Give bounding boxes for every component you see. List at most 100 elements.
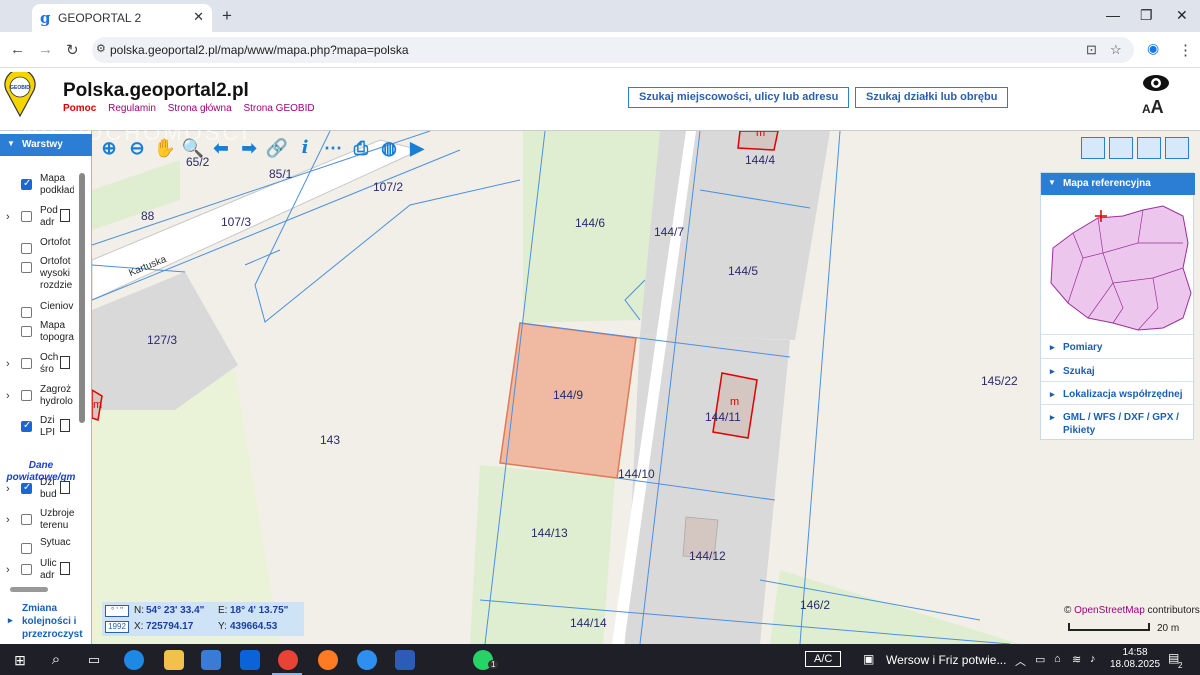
osm-link[interactable]: OpenStreetMap: [1074, 605, 1145, 616]
next-view-icon[interactable]: ➡: [236, 135, 262, 161]
browser-tab[interactable]: g GEOPORTAL 2 ✕: [32, 4, 212, 32]
menu-coordinate-location[interactable]: Lokalizacja współrzędnej: [1041, 381, 1195, 405]
layer-checkbox[interactable]: [21, 390, 32, 401]
menu-search[interactable]: Szukaj: [1041, 358, 1195, 382]
expand-chevron-icon[interactable]: ›: [6, 564, 10, 576]
new-tab-icon[interactable]: +: [222, 6, 232, 26]
profile-icon[interactable]: ◉: [1147, 40, 1159, 57]
outlook-icon[interactable]: [240, 650, 260, 670]
window-close-icon[interactable]: ✕: [1176, 7, 1188, 24]
search-place-button[interactable]: Szukaj miejscowości, ulicy lub adresu: [628, 87, 850, 108]
info-icon[interactable]: i: [292, 135, 318, 161]
layer-checkbox[interactable]: [21, 514, 32, 525]
file-explorer-icon[interactable]: [164, 650, 184, 670]
legend-document-icon[interactable]: [60, 562, 70, 575]
bookmark-star-icon[interactable]: ☆: [1110, 42, 1122, 58]
layer-order-link[interactable]: ▸ Zmiana kolejności i przezroczyst: [0, 597, 92, 644]
tray-device-icon[interactable]: ▭: [1035, 653, 1045, 666]
ac-indicator[interactable]: A/C: [805, 651, 842, 667]
menu-measurements[interactable]: Pomiary: [1041, 334, 1195, 358]
measure-icon[interactable]: ⋯: [320, 135, 346, 161]
pan-hand-icon[interactable]: ✋: [152, 135, 178, 161]
taskbar-clock[interactable]: 14:58 18.08.2025: [1110, 647, 1160, 671]
map-canvas[interactable]: Kartuska 85/1 107/2 88 107/3 144/6 144/7…: [0, 131, 1200, 644]
expand-chevron-icon[interactable]: ›: [6, 390, 10, 402]
print-icon[interactable]: ⎙: [348, 135, 374, 161]
windows-start-icon[interactable]: ⊞: [10, 650, 30, 670]
layers-horizontal-scrollbar[interactable]: [2, 585, 86, 593]
help-link[interactable]: Pomoc: [63, 103, 96, 114]
word-icon[interactable]: [395, 650, 415, 670]
video-icon[interactable]: ▶: [404, 135, 430, 161]
reference-minimap[interactable]: [1043, 198, 1193, 336]
layout-right-panel-icon[interactable]: [1165, 137, 1189, 159]
reference-map-header[interactable]: Mapa referencyjna: [1041, 173, 1195, 195]
layer-checkbox[interactable]: [21, 326, 32, 337]
zoom-extent-icon[interactable]: 🔍: [180, 135, 206, 161]
layout-top-panel-icon[interactable]: [1081, 137, 1105, 159]
legend-document-icon[interactable]: [60, 419, 70, 432]
layer-checkbox[interactable]: [21, 178, 32, 190]
previous-view-icon[interactable]: ⬅: [208, 135, 234, 161]
layout-export-icon[interactable]: [1137, 137, 1161, 159]
url-input[interactable]: ⚙ polska.geoportal2.pl/map/www/mapa.php?…: [92, 37, 1134, 63]
legend-document-icon[interactable]: [60, 356, 70, 369]
news-notification-text[interactable]: Wersow i Friz potwie...: [886, 653, 1006, 667]
globe-icon[interactable]: ◍: [376, 135, 402, 161]
search-parcel-button[interactable]: Szukaj działki lub obrębu: [855, 87, 1009, 108]
reload-icon[interactable]: ↻: [66, 41, 79, 59]
zoom-out-icon[interactable]: ⊖: [124, 135, 150, 161]
coord-format-badge[interactable]: ° ' ": [105, 605, 129, 617]
zoom-in-icon[interactable]: ⊕: [96, 135, 122, 161]
parcel-label: 127/3: [147, 333, 178, 347]
geobid-logo-icon[interactable]: GEOBID: [4, 72, 36, 118]
expand-chevron-icon[interactable]: ›: [6, 211, 10, 223]
firefox-icon[interactable]: [318, 650, 338, 670]
news-icon[interactable]: ▣: [863, 652, 874, 666]
menu-gml-export[interactable]: GML / WFS / DXF / GPX / Pikiety: [1041, 404, 1195, 441]
volume-icon[interactable]: ♪: [1090, 653, 1096, 665]
layout-left-panel-icon[interactable]: [1109, 137, 1133, 159]
task-view-icon[interactable]: ▭: [84, 650, 104, 670]
terms-link[interactable]: Regulamin: [108, 103, 156, 114]
link-icon[interactable]: 🔗: [264, 135, 290, 161]
chrome-icon[interactable]: [278, 650, 298, 670]
layer-checkbox[interactable]: [21, 564, 32, 575]
legend-document-icon[interactable]: [60, 209, 70, 222]
layers-vertical-scrollbar[interactable]: [78, 163, 86, 583]
expand-chevron-icon[interactable]: ›: [6, 514, 10, 526]
messenger-icon[interactable]: [357, 650, 377, 670]
forward-icon[interactable]: →: [38, 41, 53, 58]
layer-checkbox[interactable]: [21, 211, 32, 222]
wifi-icon[interactable]: ≋: [1072, 653, 1081, 666]
home-link[interactable]: Strona główna: [168, 103, 232, 114]
layer-checkbox[interactable]: [21, 262, 32, 273]
scroll-thumb[interactable]: [79, 173, 85, 423]
layer-checkbox[interactable]: [21, 307, 32, 318]
layer-checkbox[interactable]: [21, 482, 32, 494]
font-size-toggle[interactable]: AA: [1142, 97, 1164, 118]
tray-expand-icon[interactable]: ︿: [1015, 653, 1026, 669]
minimize-icon[interactable]: —: [1106, 7, 1120, 23]
layer-checkbox[interactable]: [21, 243, 32, 254]
layer-checkbox[interactable]: [21, 543, 32, 554]
install-app-icon[interactable]: ⊡: [1086, 42, 1097, 58]
eye-contrast-icon[interactable]: [1142, 73, 1170, 93]
close-tab-icon[interactable]: ✕: [193, 9, 204, 25]
search-icon[interactable]: ⌕: [46, 650, 66, 670]
geobid-link[interactable]: Strona GEOBID: [243, 103, 314, 114]
store-icon[interactable]: [201, 650, 221, 670]
tray-display-icon[interactable]: ⌂: [1054, 653, 1061, 665]
edge-icon[interactable]: [124, 650, 144, 670]
layer-checkbox[interactable]: [21, 420, 32, 432]
layers-panel-header[interactable]: Warstwy: [0, 134, 92, 156]
back-icon[interactable]: ←: [10, 41, 25, 58]
coord-system-badge[interactable]: 1992: [105, 621, 129, 633]
browser-menu-icon[interactable]: ⋮: [1178, 41, 1193, 59]
layer-checkbox[interactable]: [21, 358, 32, 369]
restore-icon[interactable]: ❐: [1140, 7, 1153, 24]
scroll-thumb[interactable]: [10, 587, 48, 592]
site-info-icon[interactable]: ⚙: [96, 42, 106, 55]
expand-chevron-icon[interactable]: ›: [6, 358, 10, 370]
expand-chevron-icon[interactable]: ›: [6, 483, 10, 495]
